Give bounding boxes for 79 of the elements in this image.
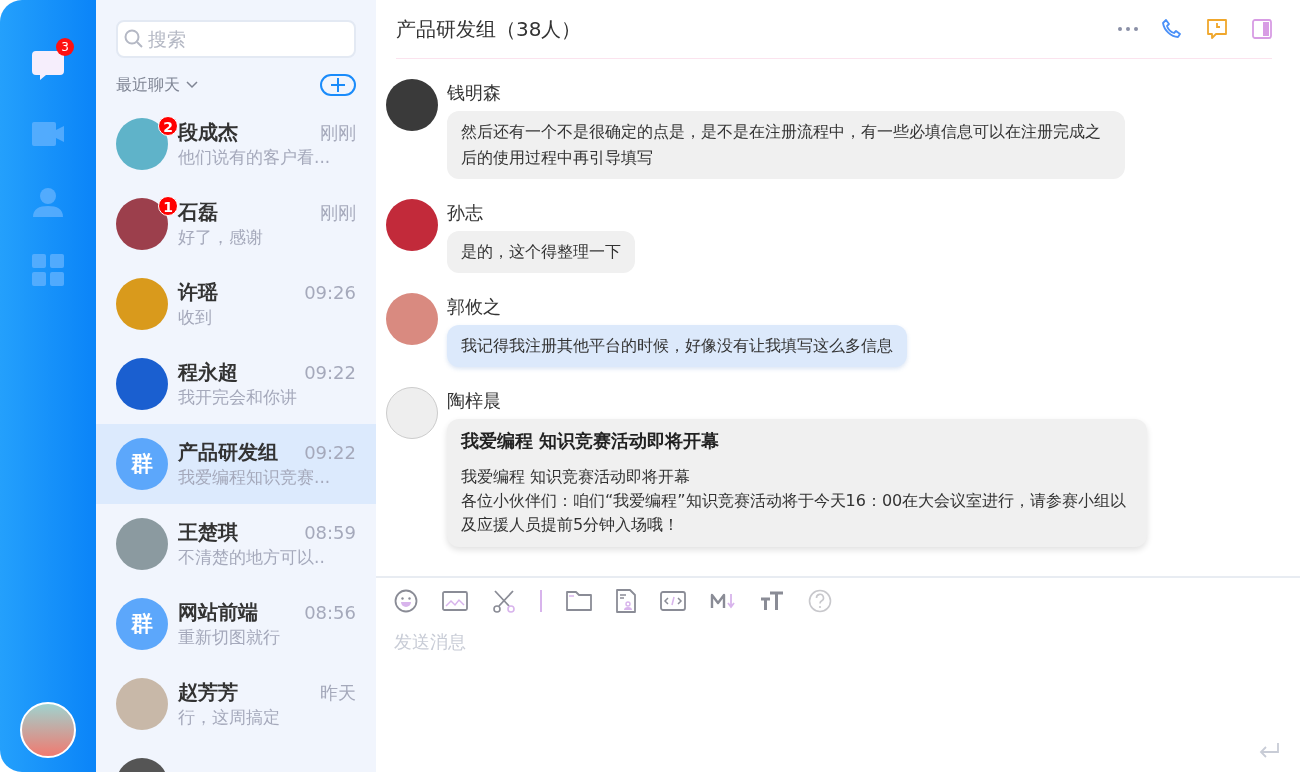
message-bubble: 我记得我注册其他平台的时候，好像没有让我填写这么多信息 — [447, 325, 907, 367]
smiley-icon[interactable] — [394, 589, 418, 613]
contact-name: 赵芳芳 — [178, 679, 238, 706]
user-avatar[interactable] — [20, 702, 76, 758]
contact-name: 网站前端 — [178, 599, 258, 626]
chat-list-item[interactable]: 许瑶 09:26 收到 — [96, 264, 376, 344]
plus-icon — [330, 77, 346, 93]
sender-name: 孙志 — [447, 201, 483, 225]
add-button[interactable] — [320, 74, 356, 96]
more-icon[interactable] — [1118, 27, 1138, 31]
chat-list-item[interactable]: 王楚琪 08:59 不清楚的地方可以.. — [96, 504, 376, 584]
avatar-photo-placeholder — [386, 199, 438, 251]
card-text: 我爱编程 知识竞赛活动即将开幕 — [461, 466, 692, 488]
contact-name: 许瑶 — [178, 279, 218, 306]
sender-name: 陶梓晨 — [447, 389, 501, 413]
unread-badge: 1 — [158, 196, 178, 216]
folder-icon[interactable] — [566, 591, 592, 611]
code-icon[interactable] — [660, 591, 686, 611]
avatar-photo-placeholder — [386, 293, 438, 345]
sender-name: 钱明森 — [447, 81, 501, 105]
chat-list-item[interactable]: 赵芳芳 昨天 行，这周搞定 — [96, 664, 376, 744]
message-preview: 他们说有的客户看... — [178, 146, 332, 169]
message-time: 刚刚 — [320, 121, 356, 145]
chat-list-item[interactable]: 程永超 09:22 我开完会和你讲 — [96, 344, 376, 424]
document-icon[interactable] — [616, 589, 636, 613]
card-text: 各位小伙伴们：咱们“我爱编程”知识竞赛活动将于今天16：00在大会议室进行，请参赛小组以及应援人员提前5分钟入场哦！ — [461, 490, 1128, 536]
section-title: 最近聊天 — [116, 74, 180, 96]
chat-list-item[interactable]: 群 网站前端 08:56 重新切图就行 — [96, 584, 376, 664]
message-time: 08:56 — [304, 602, 356, 623]
search-icon — [124, 29, 144, 49]
contact-name: 石磊 — [178, 199, 218, 226]
message-bubble: 然后还有一个不是很确定的点是，是不是在注册流程中，有一些必填信息可以在注册完成之后的使用过程中再引导填写 — [447, 111, 1125, 179]
avatar-photo-placeholder — [386, 79, 438, 131]
chat-list-item[interactable]: 1 石磊 刚刚 好了，感谢 — [96, 184, 376, 264]
nav-tab[interactable]: 3 — [18, 36, 78, 96]
contact-name: 程永超 — [178, 359, 238, 386]
message-preview: 好了，感谢 — [178, 226, 264, 249]
phone-icon[interactable] — [1162, 19, 1182, 39]
message-preview: 不清楚的地方可以.. — [178, 546, 326, 569]
unread-badge: 2 — [158, 116, 178, 136]
search-field[interactable]: 搜索 — [116, 20, 356, 58]
sender-name: 郭攸之 — [447, 295, 501, 319]
message-time: 09:26 — [304, 282, 356, 303]
avatar-photo-placeholder — [386, 387, 438, 439]
message-time: 昨天 — [320, 681, 356, 705]
markdown-icon[interactable] — [710, 592, 736, 610]
card-title: 我爱编程 知识竞赛活动即将开幕 — [461, 429, 721, 453]
contact-name: 产品研发组 — [178, 439, 278, 466]
message-preview: 行，这周搞定 — [178, 706, 281, 729]
message-time: 09:22 — [304, 442, 356, 463]
message-time: 刚刚 — [320, 201, 356, 225]
unread-badge: 3 — [56, 38, 74, 56]
message-preview: 我开完会和你讲 — [178, 386, 298, 409]
chat-list-item[interactable]: 群 产品研发组 09:22 我爱编程知识竞赛... — [96, 424, 376, 504]
avatar-photo-placeholder — [116, 278, 168, 330]
message-preview: 我爱编程知识竞赛... — [178, 466, 332, 489]
scissors-icon[interactable] — [492, 589, 516, 613]
avatar-photo-placeholder — [116, 678, 168, 730]
group-avatar: 群 — [116, 598, 168, 650]
message-time: 09:22 — [304, 362, 356, 383]
text-size-icon[interactable] — [760, 591, 784, 611]
message-time: 08:59 — [304, 522, 356, 543]
side-panel-icon[interactable] — [1252, 19, 1272, 39]
contact-name: 王楚琪 — [178, 519, 238, 546]
chat-bubble-icon[interactable] — [32, 51, 64, 81]
chat-title: 产品研发组（38人） — [396, 15, 582, 43]
clock-message-icon[interactable] — [1206, 18, 1228, 40]
message-preview: 收到 — [178, 306, 213, 329]
enter-icon[interactable] — [1258, 742, 1280, 758]
avatar-photo-placeholder — [116, 518, 168, 570]
message-preview: 重新切图就行 — [178, 626, 281, 649]
image-icon[interactable] — [442, 591, 468, 611]
contact-name: 段成杰 — [178, 119, 238, 146]
message-bubble: 是的，这个得整理一下 — [447, 231, 635, 273]
chevron-down-icon[interactable] — [186, 81, 198, 89]
help-icon[interactable] — [808, 589, 832, 613]
group-avatar: 群 — [116, 438, 168, 490]
chat-list-item[interactable]: 2 段成杰 刚刚 他们说有的客户看... — [96, 104, 376, 184]
avatar-photo-placeholder — [116, 358, 168, 410]
